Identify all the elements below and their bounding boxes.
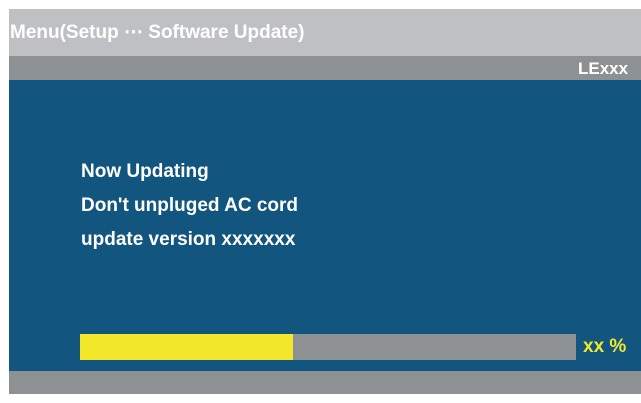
bottom-bar [9,371,641,394]
title-bar: Menu(Setup ⋯ Software Update) [9,9,641,56]
menu-title: Menu(Setup ⋯ Software Update) [10,22,305,43]
model-bar: LExxx [9,56,641,80]
model-name: LExxx [578,59,629,78]
update-panel: Now Updating Don't unpluged AC cord upda… [9,80,641,371]
status-message: Now Updating [81,161,209,182]
progress-percent: xx % [583,336,627,357]
progress-fill [80,334,294,360]
version-message: update version xxxxxxx [81,229,296,250]
progress-bar [80,334,576,360]
software-update-screen: Menu(Setup ⋯ Software Update) LExxx Now … [9,9,641,394]
warning-message: Don't unpluged AC cord [81,195,299,216]
